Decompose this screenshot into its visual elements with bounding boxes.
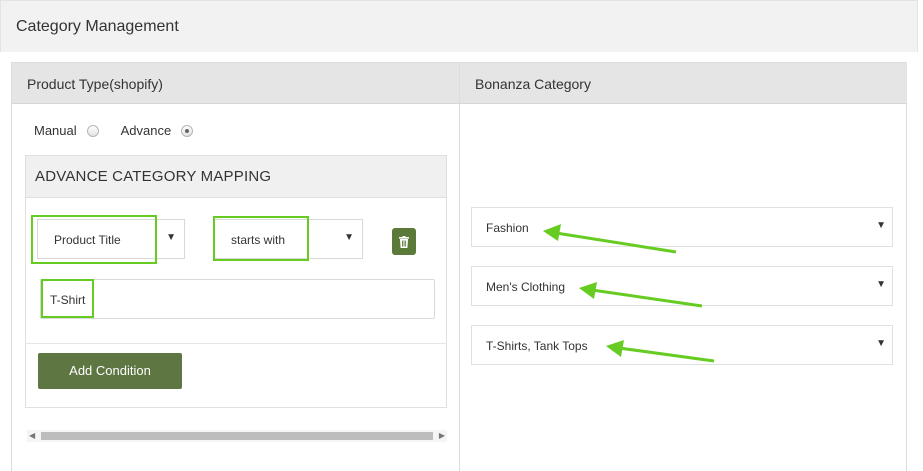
caret-down-icon: ▼ [876, 338, 886, 349]
scroll-right-icon[interactable]: ▶ [439, 430, 445, 442]
scrollbar-thumb[interactable] [41, 432, 433, 440]
caret-down-icon: ▼ [166, 232, 176, 243]
bonanza-category-value-1: Fashion [486, 221, 529, 235]
delete-condition-button[interactable] [392, 228, 416, 255]
bonanza-category-select-2[interactable]: Men's Clothing ▼ [471, 266, 893, 306]
advance-mapping-heading: ADVANCE CATEGORY MAPPING [35, 168, 272, 185]
manual-radio-label: Manual [34, 123, 77, 138]
page-header: Category Management [0, 0, 918, 52]
field-select-highlight [31, 215, 157, 264]
product-type-header: Product Type(shopify) [12, 63, 459, 104]
bonanza-category-select-3[interactable]: T-Shirts, Tank Tops ▼ [471, 325, 893, 365]
bonanza-category-header: Bonanza Category [460, 63, 907, 104]
condition-value-input[interactable]: T-Shirt [40, 279, 435, 319]
add-condition-button[interactable]: Add Condition [38, 353, 182, 389]
manual-radio[interactable] [86, 124, 99, 137]
bonanza-category-value-3: T-Shirts, Tank Tops [486, 339, 588, 353]
advance-mapping-box: ADVANCE CATEGORY MAPPING Product Title ▼… [25, 155, 447, 408]
bonanza-category-value-2: Men's Clothing [486, 280, 565, 294]
trash-icon [399, 235, 409, 248]
product-type-heading: Product Type(shopify) [27, 76, 163, 92]
column-divider [459, 63, 460, 471]
caret-down-icon: ▼ [876, 220, 886, 231]
advance-radio[interactable] [181, 124, 194, 137]
value-input-highlight [41, 279, 94, 318]
condition-separator [26, 343, 446, 344]
advance-mapping-header: ADVANCE CATEGORY MAPPING [26, 156, 446, 198]
bonanza-category-heading: Bonanza Category [475, 76, 591, 92]
horizontal-scrollbar[interactable]: ◀ ▶ [27, 430, 447, 442]
caret-down-icon: ▼ [876, 279, 886, 290]
bonanza-category-select-1[interactable]: Fashion ▼ [471, 207, 893, 247]
page-title: Category Management [16, 18, 179, 35]
scroll-left-icon[interactable]: ◀ [29, 430, 35, 442]
caret-down-icon: ▼ [344, 232, 354, 243]
advance-radio-label: Advance [120, 123, 172, 138]
operator-select-highlight [213, 216, 309, 261]
mapping-mode-radios: Manual Advance [34, 123, 215, 138]
